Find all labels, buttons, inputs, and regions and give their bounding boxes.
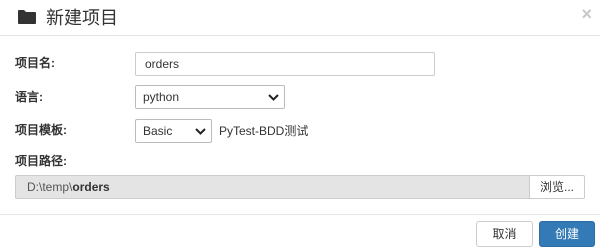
create-button[interactable]: 创建 [539, 221, 595, 247]
chevron-down-icon [268, 94, 279, 101]
project-name-label: 项目名: [15, 56, 55, 70]
cancel-button[interactable]: 取消 [476, 221, 533, 247]
language-select[interactable]: python [135, 85, 285, 109]
browse-button[interactable]: 浏览... [529, 175, 585, 199]
folder-icon [18, 10, 36, 24]
project-path-prefix: D:\temp\ [27, 180, 73, 194]
template-label: 项目模板: [15, 123, 67, 137]
new-project-dialog: 新建项目 × 项目名: orders 语言: python 项目模板: Basi… [0, 0, 600, 252]
template-description: PyTest-BDD测试 [219, 124, 309, 138]
dialog-title: 新建项目 [46, 8, 118, 28]
dialog-header: 新建项目 × [0, 0, 600, 36]
chevron-down-icon [195, 128, 206, 135]
template-select-value: Basic [143, 124, 173, 138]
project-path-field: D:\temp\orders [15, 175, 529, 199]
project-path-name: orders [72, 180, 110, 194]
language-label: 语言: [15, 90, 43, 104]
project-name-input[interactable]: orders [135, 52, 435, 76]
template-select[interactable]: Basic [135, 119, 212, 143]
language-select-value: python [143, 90, 180, 104]
project-path-label: 项目路径: [15, 154, 67, 168]
close-icon[interactable]: × [581, 4, 592, 24]
footer-divider [0, 214, 600, 215]
